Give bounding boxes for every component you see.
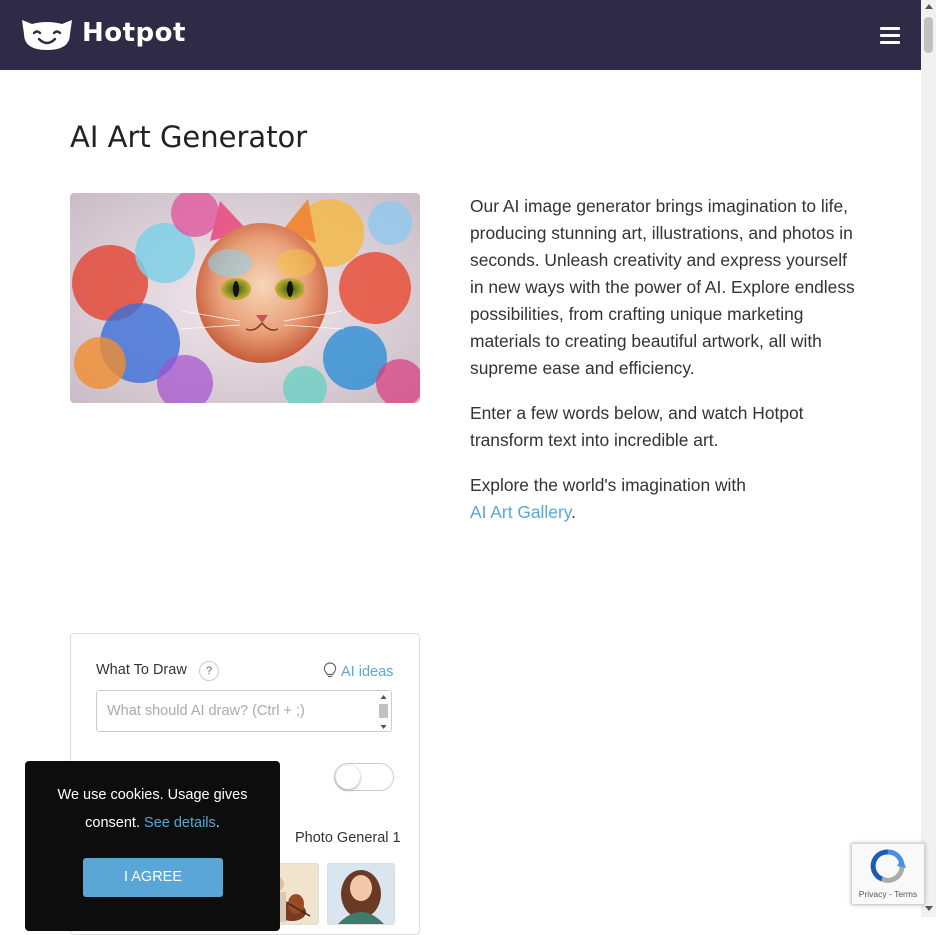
colorful-smoke-cat-image [70, 193, 420, 403]
prompt-scroll-thumb[interactable] [379, 704, 388, 718]
recaptcha-badge[interactable]: Privacy - Terms [851, 843, 925, 905]
ai-art-gallery-link[interactable]: AI Art Gallery [470, 502, 571, 522]
hamburger-menu-icon[interactable] [878, 24, 904, 46]
page-title: AI Art Generator [70, 120, 308, 154]
page-scrollbar[interactable] [921, 0, 936, 917]
scrollbar-thumb[interactable] [924, 17, 933, 53]
recaptcha-terms[interactable]: Privacy - Terms [852, 889, 924, 899]
what-to-draw-label: What To Draw [96, 662, 187, 678]
top-navbar: Hotpot [0, 0, 921, 70]
cat-face-logo-icon[interactable] [20, 18, 74, 52]
i-agree-button[interactable]: I AGREE [83, 858, 223, 897]
lightbulb-icon [323, 662, 337, 678]
intro-text: Our AI image generator brings imaginatio… [470, 193, 855, 544]
cookie-message-suffix: . [215, 815, 220, 831]
cookie-message: We use cookies. Usage gives consent. See… [45, 781, 260, 837]
help-icon[interactable]: ? [199, 661, 219, 681]
prompt-input[interactable]: What should AI draw? (Ctrl + ;) [96, 690, 392, 732]
cookie-consent-banner: We use cookies. Usage gives consent. See… [25, 761, 280, 931]
intro-paragraph: Our AI image generator brings imaginatio… [470, 196, 855, 378]
see-details-link[interactable]: See details [144, 815, 216, 831]
intro-paragraph: Enter a few words below, and watch Hotpo… [470, 403, 804, 450]
ai-ideas-button[interactable]: AI ideas [323, 662, 393, 680]
recaptcha-logo-icon [870, 849, 906, 883]
style-thumbnail-portrait[interactable] [327, 863, 395, 925]
brand-name[interactable]: Hotpot [82, 18, 186, 48]
scroll-up-arrow-icon[interactable] [925, 4, 933, 9]
toggle-switch[interactable] [334, 763, 394, 791]
gallery-paragraph: Explore the world's imagination with AI A… [470, 472, 855, 526]
ai-ideas-label: AI ideas [341, 664, 394, 680]
prompt-scrollbar[interactable] [378, 693, 389, 731]
scroll-down-arrow-icon[interactable] [925, 906, 933, 911]
selected-style-label: Photo General 1 [295, 830, 401, 846]
prompt-placeholder: What should AI draw? (Ctrl + ;) [107, 703, 305, 719]
toggle-knob [336, 765, 360, 789]
gallery-suffix: . [571, 502, 576, 522]
gallery-prefix: Explore the world's imagination with [470, 475, 746, 495]
